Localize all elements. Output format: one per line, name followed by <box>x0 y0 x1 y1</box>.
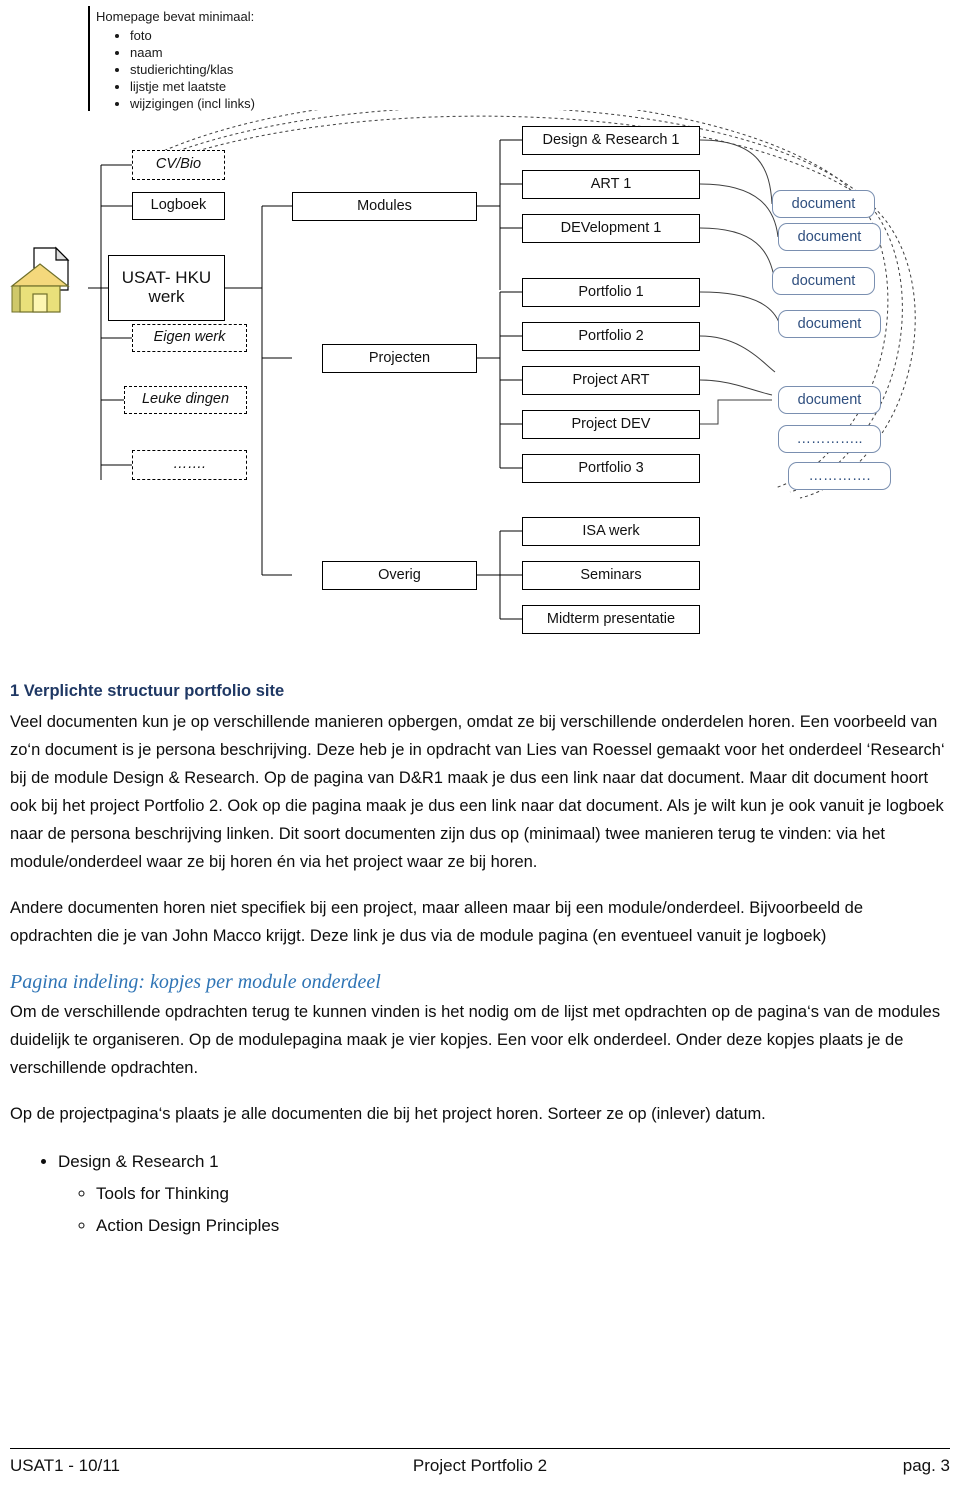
diagram-node-isa-werk[interactable]: ISA werk <box>522 517 700 546</box>
annotation-list-item: foto <box>130 27 416 44</box>
module-sublist: Tools for Thinking Action Design Princip… <box>58 1178 950 1242</box>
diagram-node-projecten[interactable]: Projecten <box>322 344 477 373</box>
diagram-node-project-art[interactable]: Project ART <box>522 366 700 395</box>
diagram-node-usat-hku-werk[interactable]: USAT- HKU werk <box>108 255 225 321</box>
module-list-item-label: Design & Research 1 <box>58 1152 219 1171</box>
annotation-title: Homepage bevat minimaal: <box>96 9 255 24</box>
annotation-list: foto naam studierichting/klas lijstje me… <box>96 27 416 112</box>
annotation-list-item: studierichting/klas <box>130 61 416 78</box>
paragraph-1: Veel documenten kun je op verschillende … <box>10 713 945 871</box>
house-icon <box>10 246 70 313</box>
paragraph-3: Om de verschillende opdrachten terug te … <box>10 1003 941 1077</box>
diagram-node-art-1[interactable]: ART 1 <box>522 170 700 199</box>
page-heading: 1 Verplichte structuur portfolio site <box>10 682 285 700</box>
diagram-node-eigen-werk[interactable]: Eigen werk <box>132 324 247 352</box>
diagram-node-dots-left[interactable]: ……. <box>132 450 247 480</box>
diagram-document-dots[interactable]: …………. <box>788 462 891 490</box>
module-sublist-item: Tools for Thinking <box>96 1178 950 1210</box>
module-list-item: Design & Research 1 Tools for Thinking A… <box>58 1146 950 1242</box>
diagram-node-development-1[interactable]: DEVelopment 1 <box>522 214 700 243</box>
diagram-document-dots[interactable]: ………….. <box>778 425 881 453</box>
diagram-node-midterm-presentatie[interactable]: Midterm presentatie <box>522 605 700 634</box>
article-body: 1 Verplichte structuur portfolio site Ve… <box>10 678 950 1242</box>
annotation-vertical-rule <box>88 6 90 111</box>
diagram-node-leuke-dingen[interactable]: Leuke dingen <box>124 386 247 414</box>
module-sublist-item: Action Design Principles <box>96 1210 950 1242</box>
diagram-node-cv-bio[interactable]: CV/Bio <box>132 150 225 180</box>
diagram-document-node[interactable]: document <box>778 386 881 414</box>
diagram-document-node[interactable]: document <box>772 267 875 295</box>
diagram-document-node[interactable]: document <box>778 310 881 338</box>
diagram-node-modules[interactable]: Modules <box>292 192 477 221</box>
diagram-node-portfolio-2[interactable]: Portfolio 2 <box>522 322 700 351</box>
page-footer: USAT1 - 10/11 Project Portfolio 2 pag. 3 <box>10 1456 950 1476</box>
paragraph-2: Andere documenten horen niet specifiek b… <box>10 899 864 945</box>
section-heading: Pagina indeling: kopjes per module onder… <box>10 971 381 993</box>
diagram-node-overig[interactable]: Overig <box>322 561 477 590</box>
diagram-document-node[interactable]: document <box>772 190 875 218</box>
diagram-node-design-research-1[interactable]: Design & Research 1 <box>522 126 700 155</box>
footer-center: Project Portfolio 2 <box>412 1456 548 1475</box>
diagram-node-seminars[interactable]: Seminars <box>522 561 700 590</box>
site-structure-diagram: CV/Bio Logboek USAT- HKU werk Eigen werk… <box>0 110 960 670</box>
diagram-node-portfolio-3[interactable]: Portfolio 3 <box>522 454 700 483</box>
annotation-list-item: naam <box>130 44 416 61</box>
diagram-node-logboek[interactable]: Logboek <box>132 192 225 220</box>
diagram-node-project-dev[interactable]: Project DEV <box>522 410 700 439</box>
annotation-block: Homepage bevat minimaal: foto naam studi… <box>96 8 416 112</box>
module-list: Design & Research 1 Tools for Thinking A… <box>10 1146 950 1242</box>
annotation-list-item: lijstje met laatste <box>130 78 416 95</box>
footer-divider <box>10 1448 950 1449</box>
diagram-document-node[interactable]: document <box>778 223 881 251</box>
diagram-node-portfolio-1[interactable]: Portfolio 1 <box>522 278 700 307</box>
paragraph-4: Op de projectpagina‘s plaats je alle doc… <box>10 1105 766 1123</box>
